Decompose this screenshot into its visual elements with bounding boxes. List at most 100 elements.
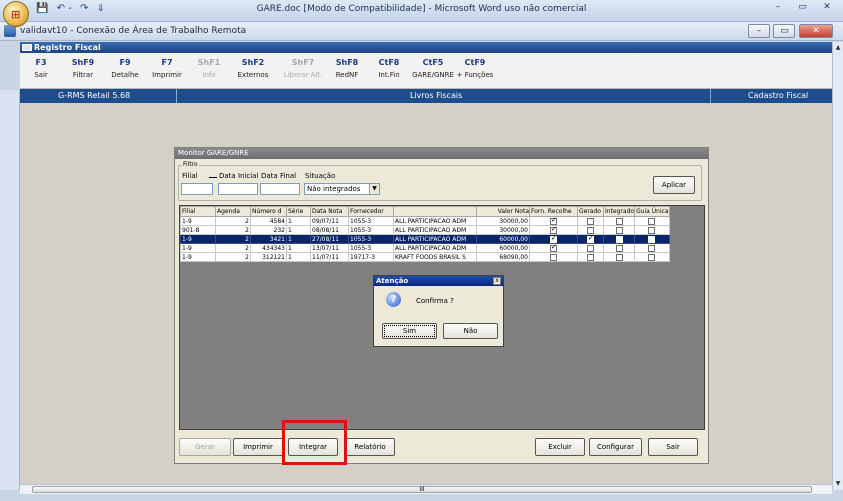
data-final-input[interactable] [260, 183, 300, 195]
col-header[interactable]: Filial [180, 206, 216, 217]
fkey-key: F3 [35, 58, 47, 67]
checkbox-recolhe[interactable] [550, 226, 557, 234]
cell-recolhe [529, 225, 578, 235]
cell-filial: 1-9 [180, 243, 216, 253]
vertical-scrollbar[interactable]: ▲ ▼ [832, 42, 843, 490]
checkbox-recolhe[interactable] [550, 217, 557, 225]
nao-button[interactable]: Não [443, 323, 498, 339]
cell-forn-nome: KRAFT FOODS BRASIL S [393, 252, 477, 262]
cell-forn-cod: 1055-3 [348, 234, 394, 244]
fkey-mais-funcoes[interactable]: CtF9 + Funções [454, 58, 496, 79]
fkey-info[interactable]: ShF1 Info [188, 58, 230, 79]
col-header[interactable]: Forn. Recolhe [529, 206, 578, 217]
checkbox-unica[interactable] [648, 217, 656, 225]
cell-gerado [577, 234, 604, 244]
configurar-button[interactable]: Configurar [589, 438, 642, 456]
checkbox-gerado[interactable] [587, 244, 594, 252]
checkbox-unica[interactable] [648, 244, 656, 252]
col-header[interactable]: Valor Nota [476, 206, 530, 217]
fkey-externos[interactable]: ShF2 Externos [232, 58, 274, 79]
table-row[interactable]: 901-8 2 232 1 08/08/11 1055-3 ALL PARTICIPACAO… [180, 225, 670, 235]
rdp-window-title: validavt10 - Conexão de Área de Trabalho… [20, 26, 247, 36]
checkbox-integrado[interactable] [615, 235, 623, 243]
fkey-imprimir[interactable]: F7 Imprimir [146, 58, 188, 79]
data-inicial-input[interactable] [218, 183, 258, 195]
cell-numero: 3421 [250, 234, 287, 244]
maximize-icon[interactable]: ▭ [792, 2, 812, 17]
checkbox-recolhe[interactable] [550, 244, 557, 252]
checkbox-recolhe[interactable] [550, 253, 557, 261]
checkbox-integrado[interactable] [615, 253, 623, 261]
fkey-key: F7 [161, 58, 173, 67]
checkbox-unica[interactable] [648, 226, 656, 234]
filter-group: Filtro Filial Data Inicial Data Final Si… [178, 161, 702, 201]
confirm-title: Atenção [374, 276, 503, 286]
col-header[interactable]: Agenda [215, 206, 251, 217]
checkbox-gerado[interactable] [587, 235, 594, 243]
scroll-thumb[interactable]: III [32, 486, 812, 493]
sair-button[interactable]: Sair [648, 438, 698, 456]
filial-input[interactable] [181, 183, 213, 195]
situacao-value: Não integrados [307, 185, 361, 193]
cell-serie: 1 [286, 252, 311, 262]
relatorio-button[interactable]: Relatório [345, 438, 395, 456]
checkbox-unica[interactable] [648, 235, 656, 243]
cell-forn-nome: ALL PARTICIPACAO ADM [393, 234, 477, 244]
aplicar-button[interactable]: Aplicar [653, 176, 695, 194]
band-section-title: Livros Fiscais [410, 91, 463, 100]
fkey-gare-gnre[interactable]: CtF5 GARE/GNRE [412, 58, 454, 79]
situacao-select[interactable]: Não integrados ▼ [304, 183, 380, 195]
col-header[interactable]: Data Nota [310, 206, 349, 217]
fkey-filtrar[interactable]: ShF9 Filtrar [62, 58, 104, 79]
highlight-box [282, 420, 347, 465]
excluir-button[interactable]: Excluir [535, 438, 585, 456]
table-row[interactable]: 1-9 2 3421 1 27/08/11 1055-3 ALL PARTICIPACAO … [180, 234, 670, 244]
gerar-button[interactable]: Gerar [179, 438, 231, 456]
cell-forn-cod: 1055-3 [348, 216, 394, 226]
col-header[interactable]: Integrado [602, 206, 636, 217]
col-header[interactable]: Série [286, 206, 311, 217]
minimize-icon[interactable]: – [768, 2, 788, 17]
cell-data: 13/07/11 [310, 243, 349, 253]
fkey-key: ShF1 [197, 58, 221, 67]
checkbox-integrado[interactable] [615, 244, 623, 252]
scroll-up-icon[interactable]: ▲ [834, 44, 842, 52]
fkey-rednf[interactable]: ShF8 RedNF [326, 58, 368, 79]
imprimir-button[interactable]: Imprimir [233, 438, 283, 456]
fkey-label: + Funções [456, 71, 494, 79]
col-header[interactable]: Gerado [577, 206, 604, 217]
col-header[interactable]: Fornecedor [348, 206, 394, 217]
checkbox-unica[interactable] [648, 253, 656, 261]
chevron-down-icon[interactable]: ▼ [369, 184, 379, 194]
word-window-title: GARE.doc [Modo de Compatibilidade] - Mic… [256, 4, 587, 14]
checkbox-gerado[interactable] [587, 253, 594, 261]
checkbox-gerado[interactable] [587, 217, 594, 225]
table-row[interactable]: 1-9 2 312121 1 11/07/11 19717-3 KRAFT FOODS BR… [180, 252, 670, 262]
office-button[interactable]: ⊞ [3, 1, 29, 27]
scroll-down-icon[interactable]: ▼ [834, 480, 842, 488]
col-header[interactable] [393, 206, 477, 217]
rdp-minimize-icon[interactable]: – [747, 24, 770, 38]
checkbox-integrado[interactable] [615, 217, 623, 225]
cell-valor: 68090,00 [476, 252, 530, 262]
rdp-close-icon[interactable]: ✕ [799, 24, 833, 38]
fkey-sair[interactable]: F3 Sair [20, 58, 62, 79]
close-icon[interactable]: ✕ [817, 2, 837, 17]
fkey-int-fin[interactable]: CtF8 Int.Fin [368, 58, 410, 79]
cell-gerado [577, 216, 604, 226]
fkey-detalhe[interactable]: F9 Detalhe [104, 58, 146, 79]
cell-recolhe [529, 234, 578, 244]
sim-button[interactable]: Sim [382, 323, 437, 339]
col-header[interactable]: Número d [250, 206, 287, 217]
fkey-liberar-alt[interactable]: ShF7 Liberar Alt. [282, 58, 324, 79]
checkbox-integrado[interactable] [615, 226, 623, 234]
cell-integrado [602, 216, 636, 226]
table-row[interactable]: 1-9 2 4584 1 09/07/11 1055-3 ALL PARTICIPACAO … [180, 216, 670, 226]
checkbox-gerado[interactable] [587, 226, 594, 234]
table-row[interactable]: 1-9 2 434343 1 13/07/11 1055-3 ALL PARTICIPACA… [180, 243, 670, 253]
horizontal-scrollbar[interactable]: III [20, 484, 832, 494]
col-header[interactable]: Guia Única [634, 206, 670, 217]
rdp-maximize-icon[interactable]: ▭ [773, 24, 796, 38]
close-icon[interactable]: x [493, 277, 501, 285]
checkbox-recolhe[interactable] [550, 235, 557, 243]
